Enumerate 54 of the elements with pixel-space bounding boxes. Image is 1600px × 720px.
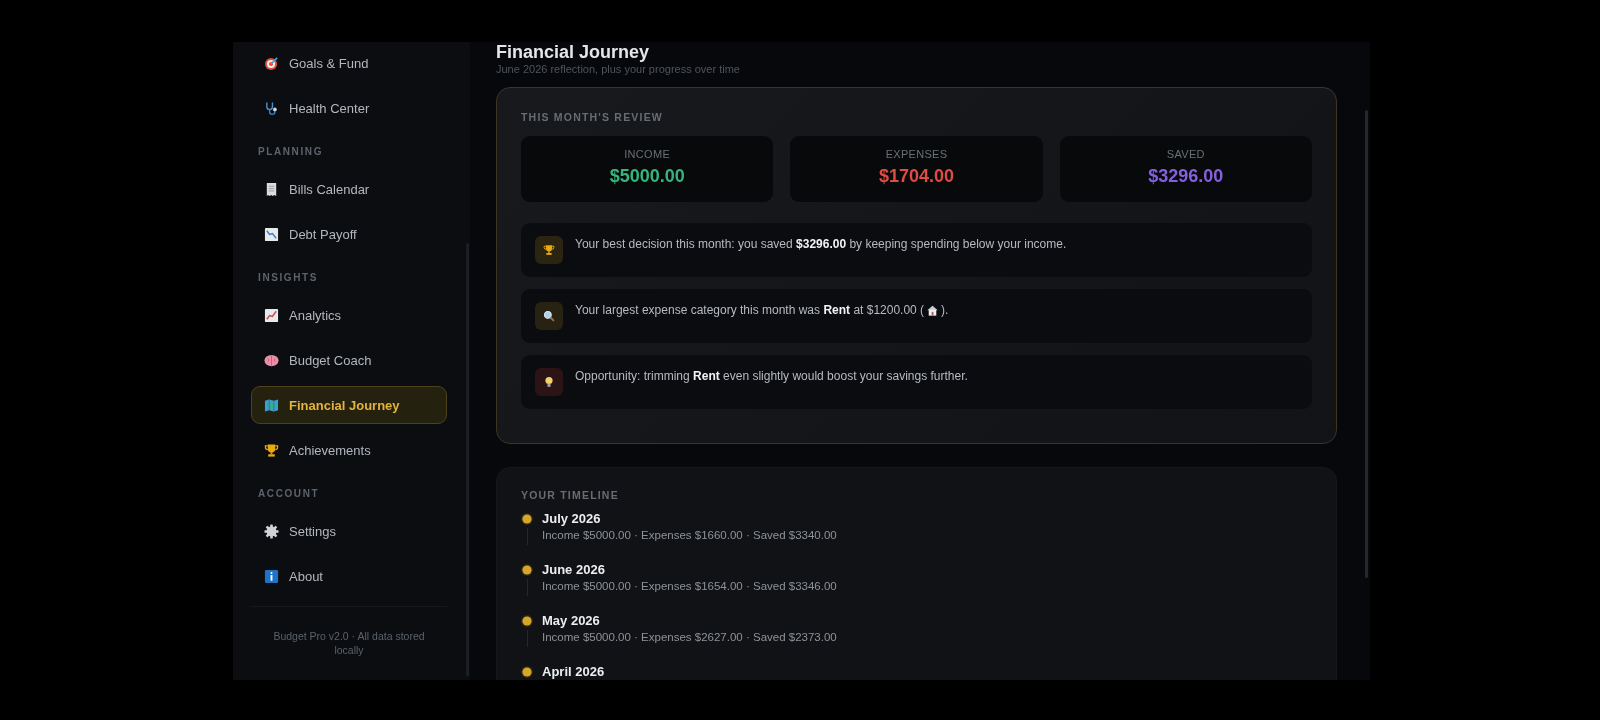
sidebar-item[interactable]: Goals & Fund — [251, 44, 447, 82]
section-heading: INSIGHTS — [258, 271, 320, 285]
card-heading: THIS MONTH'S REVIEW — [521, 110, 664, 124]
stat-value: $3296.00 — [1148, 165, 1224, 187]
month-title: April 2026 — [542, 664, 605, 680]
insight-text: Your best decision this month: you saved $3296.00 by keeping spending below your income. — [575, 237, 1067, 252]
target-icon — [264, 55, 279, 71]
sidebar-item[interactable]: Budget Coach — [251, 341, 447, 379]
stat-label: SAVED — [1166, 147, 1205, 161]
section-heading: PLANNING — [258, 145, 325, 159]
page-title: Financial Journey — [496, 42, 651, 62]
receipt-icon — [264, 181, 279, 197]
month-title: July 2026 — [542, 511, 602, 527]
sidebar-item[interactable]: About — [251, 557, 447, 595]
card-heading: YOUR TIMELINE — [521, 488, 620, 502]
dot-icon — [521, 615, 533, 627]
trophy-icon — [535, 236, 563, 264]
map-icon — [264, 397, 279, 413]
month-summary: Income $5000.00 · Expenses $1654.00 · Saved $3346.00 — [542, 579, 837, 594]
insight-text: ). — [941, 303, 949, 318]
dot-icon — [521, 564, 533, 576]
dot-icon — [521, 666, 533, 678]
month-title: June 2026 — [542, 562, 606, 578]
section-heading: ACCOUNT — [258, 487, 321, 501]
search-icon — [535, 302, 563, 330]
sidebar-item[interactable]: Debt Payoff — [251, 215, 447, 253]
trophy-icon — [264, 442, 279, 458]
insight-text: Opportunity: trimming Rent even slightly would boost your savings further. — [575, 369, 968, 384]
settings-icon — [264, 523, 279, 539]
scrollbar-thumb[interactable] — [1365, 110, 1368, 578]
stat-label: INCOME — [624, 147, 671, 161]
footer-text: Budget Pro v2.0 · All data stored locally — [272, 629, 426, 657]
info-icon — [264, 568, 279, 584]
lightbulb-icon — [535, 368, 563, 396]
insight-text: Your largest expense category this month was Rent at $1200.00 ( — [575, 303, 925, 318]
month-summary: Income $5000.00 · Expenses $1660.00 · Saved $3340.00 — [542, 528, 837, 543]
rising-chart-icon — [264, 307, 279, 323]
house-icon — [927, 305, 939, 316]
month-title: May 2026 — [542, 613, 601, 629]
sidebar-item[interactable]: Settings — [251, 512, 447, 550]
stethoscope-icon — [264, 100, 279, 116]
sidebar-item[interactable]: Financial Journey — [251, 386, 447, 424]
sidebar-item[interactable]: Achievements — [251, 431, 447, 469]
sidebar-item[interactable]: Analytics — [251, 296, 447, 334]
falling-chart-icon — [264, 226, 279, 242]
sidebar-item[interactable]: Bills Calendar — [251, 170, 447, 208]
stat-label: EXPENSES — [885, 147, 948, 161]
stat-value: $5000.00 — [609, 165, 685, 187]
brain-icon — [264, 352, 279, 368]
dot-icon — [521, 513, 533, 525]
stat-value: $1704.00 — [878, 165, 955, 187]
sidebar-item[interactable]: Health Center — [251, 89, 447, 127]
page-subtitle: June 2026 reflection, plus your progress over time — [496, 62, 741, 76]
month-summary: Income $5000.00 · Expenses $2627.00 · Saved $2373.00 — [542, 630, 837, 645]
